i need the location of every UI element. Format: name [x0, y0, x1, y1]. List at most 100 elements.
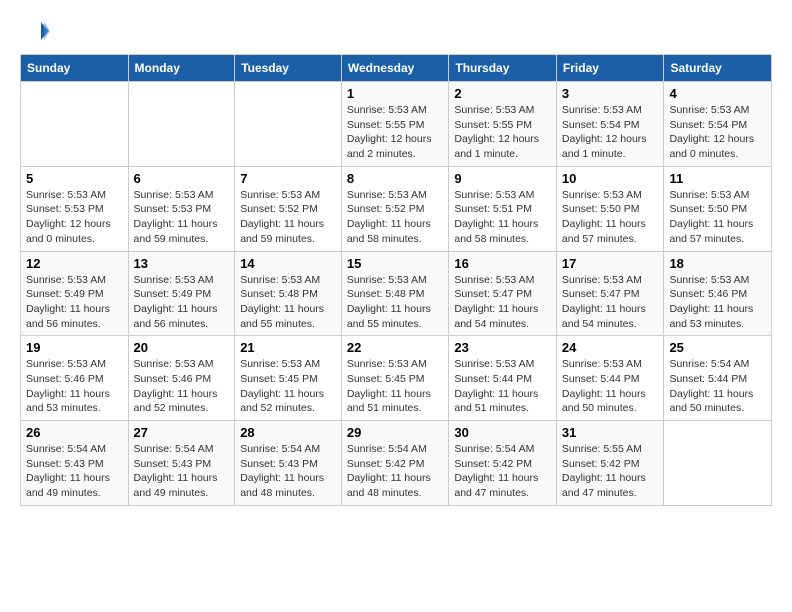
day-info: Sunrise: 5:53 AM Sunset: 5:50 PM Dayligh…	[669, 188, 766, 247]
calendar-cell: 30 Sunrise: 5:54 AM Sunset: 5:42 PM Dayli…	[449, 421, 557, 506]
calendar-table: SundayMondayTuesdayWednesdayThursdayFrid…	[20, 54, 772, 506]
calendar-cell: 1 Sunrise: 5:53 AM Sunset: 5:55 PM Daylig…	[341, 82, 449, 167]
day-info: Sunrise: 5:53 AM Sunset: 5:44 PM Dayligh…	[454, 357, 551, 416]
calendar-cell: 11 Sunrise: 5:53 AM Sunset: 5:50 PM Dayli…	[664, 166, 772, 251]
day-number: 23	[454, 340, 551, 355]
day-number: 28	[240, 425, 336, 440]
day-info: Sunrise: 5:54 AM Sunset: 5:44 PM Dayligh…	[669, 357, 766, 416]
day-info: Sunrise: 5:53 AM Sunset: 5:55 PM Dayligh…	[454, 103, 551, 162]
day-info: Sunrise: 5:53 AM Sunset: 5:55 PM Dayligh…	[347, 103, 444, 162]
day-number: 6	[134, 171, 230, 186]
calendar-cell: 22 Sunrise: 5:53 AM Sunset: 5:45 PM Dayli…	[341, 336, 449, 421]
calendar-cell: 15 Sunrise: 5:53 AM Sunset: 5:48 PM Dayli…	[341, 251, 449, 336]
day-info: Sunrise: 5:53 AM Sunset: 5:49 PM Dayligh…	[134, 273, 230, 332]
calendar-cell: 21Sunrise: 5:53 AM Sunset: 5:45 PM Dayli…	[235, 336, 342, 421]
day-number: 18	[669, 256, 766, 271]
calendar-cell: 2 Sunrise: 5:53 AM Sunset: 5:55 PM Daylig…	[449, 82, 557, 167]
day-number: 26	[26, 425, 123, 440]
day-number: 2	[454, 86, 551, 101]
header	[20, 16, 772, 46]
day-number: 24	[562, 340, 659, 355]
weekday-header: Saturday	[664, 55, 772, 82]
day-number: 16	[454, 256, 551, 271]
day-info: Sunrise: 5:53 AM Sunset: 5:49 PM Dayligh…	[26, 273, 123, 332]
day-number: 31	[562, 425, 659, 440]
calendar-cell: 3Sunrise: 5:53 AM Sunset: 5:54 PM Daylig…	[556, 82, 664, 167]
day-info: Sunrise: 5:53 AM Sunset: 5:52 PM Dayligh…	[240, 188, 336, 247]
day-info: Sunrise: 5:53 AM Sunset: 5:45 PM Dayligh…	[347, 357, 444, 416]
day-info: Sunrise: 5:53 AM Sunset: 5:51 PM Dayligh…	[454, 188, 551, 247]
day-info: Sunrise: 5:53 AM Sunset: 5:48 PM Dayligh…	[240, 273, 336, 332]
calendar-cell: 19Sunrise: 5:53 AM Sunset: 5:46 PM Dayli…	[21, 336, 129, 421]
day-info: Sunrise: 5:53 AM Sunset: 5:53 PM Dayligh…	[26, 188, 123, 247]
day-info: Sunrise: 5:53 AM Sunset: 5:44 PM Dayligh…	[562, 357, 659, 416]
day-number: 8	[347, 171, 444, 186]
calendar-cell: 4 Sunrise: 5:53 AM Sunset: 5:54 PM Daylig…	[664, 82, 772, 167]
day-number: 20	[134, 340, 230, 355]
day-number: 7	[240, 171, 336, 186]
weekday-header: Sunday	[21, 55, 129, 82]
logo	[20, 16, 54, 46]
day-number: 22	[347, 340, 444, 355]
calendar-cell	[128, 82, 235, 167]
day-number: 25	[669, 340, 766, 355]
day-number: 4	[669, 86, 766, 101]
weekday-header: Friday	[556, 55, 664, 82]
calendar-cell: 5Sunrise: 5:53 AM Sunset: 5:53 PM Daylig…	[21, 166, 129, 251]
day-info: Sunrise: 5:53 AM Sunset: 5:47 PM Dayligh…	[454, 273, 551, 332]
day-info: Sunrise: 5:53 AM Sunset: 5:52 PM Dayligh…	[347, 188, 444, 247]
day-number: 3	[562, 86, 659, 101]
day-info: Sunrise: 5:53 AM Sunset: 5:53 PM Dayligh…	[134, 188, 230, 247]
day-info: Sunrise: 5:54 AM Sunset: 5:42 PM Dayligh…	[454, 442, 551, 501]
weekday-header: Wednesday	[341, 55, 449, 82]
calendar-cell: 24 Sunrise: 5:53 AM Sunset: 5:44 PM Dayli…	[556, 336, 664, 421]
day-number: 9	[454, 171, 551, 186]
day-info: Sunrise: 5:53 AM Sunset: 5:54 PM Dayligh…	[669, 103, 766, 162]
calendar-cell: 28 Sunrise: 5:54 AM Sunset: 5:43 PM Dayli…	[235, 421, 342, 506]
day-number: 13	[134, 256, 230, 271]
calendar-week-row: 1 Sunrise: 5:53 AM Sunset: 5:55 PM Daylig…	[21, 82, 772, 167]
calendar-cell: 29 Sunrise: 5:54 AM Sunset: 5:42 PM Dayli…	[341, 421, 449, 506]
day-number: 29	[347, 425, 444, 440]
day-number: 30	[454, 425, 551, 440]
calendar-cell: 31Sunrise: 5:55 AM Sunset: 5:42 PM Dayli…	[556, 421, 664, 506]
day-info: Sunrise: 5:53 AM Sunset: 5:47 PM Dayligh…	[562, 273, 659, 332]
day-number: 11	[669, 171, 766, 186]
calendar-cell: 25 Sunrise: 5:54 AM Sunset: 5:44 PM Dayli…	[664, 336, 772, 421]
calendar-cell: 9 Sunrise: 5:53 AM Sunset: 5:51 PM Daylig…	[449, 166, 557, 251]
logo-icon	[20, 16, 50, 46]
day-info: Sunrise: 5:53 AM Sunset: 5:46 PM Dayligh…	[669, 273, 766, 332]
day-number: 19	[26, 340, 123, 355]
day-number: 15	[347, 256, 444, 271]
calendar-cell: 17 Sunrise: 5:53 AM Sunset: 5:47 PM Dayli…	[556, 251, 664, 336]
calendar-cell: 6 Sunrise: 5:53 AM Sunset: 5:53 PM Daylig…	[128, 166, 235, 251]
calendar-cell: 18 Sunrise: 5:53 AM Sunset: 5:46 PM Dayli…	[664, 251, 772, 336]
weekday-header: Tuesday	[235, 55, 342, 82]
calendar-week-row: 5Sunrise: 5:53 AM Sunset: 5:53 PM Daylig…	[21, 166, 772, 251]
calendar-cell: 14 Sunrise: 5:53 AM Sunset: 5:48 PM Dayli…	[235, 251, 342, 336]
calendar-cell: 20 Sunrise: 5:53 AM Sunset: 5:46 PM Dayli…	[128, 336, 235, 421]
day-info: Sunrise: 5:54 AM Sunset: 5:43 PM Dayligh…	[26, 442, 123, 501]
header-row: SundayMondayTuesdayWednesdayThursdayFrid…	[21, 55, 772, 82]
calendar-week-row: 12 Sunrise: 5:53 AM Sunset: 5:49 PM Dayli…	[21, 251, 772, 336]
calendar-cell	[664, 421, 772, 506]
calendar-cell: 12 Sunrise: 5:53 AM Sunset: 5:49 PM Dayli…	[21, 251, 129, 336]
day-info: Sunrise: 5:53 AM Sunset: 5:48 PM Dayligh…	[347, 273, 444, 332]
calendar-cell	[21, 82, 129, 167]
day-info: Sunrise: 5:54 AM Sunset: 5:42 PM Dayligh…	[347, 442, 444, 501]
calendar-container: SundayMondayTuesdayWednesdayThursdayFrid…	[0, 0, 792, 516]
day-info: Sunrise: 5:54 AM Sunset: 5:43 PM Dayligh…	[134, 442, 230, 501]
day-number: 12	[26, 256, 123, 271]
day-info: Sunrise: 5:53 AM Sunset: 5:46 PM Dayligh…	[134, 357, 230, 416]
day-number: 1	[347, 86, 444, 101]
day-number: 10	[562, 171, 659, 186]
day-number: 14	[240, 256, 336, 271]
calendar-cell: 7 Sunrise: 5:53 AM Sunset: 5:52 PM Daylig…	[235, 166, 342, 251]
calendar-cell: 8 Sunrise: 5:53 AM Sunset: 5:52 PM Daylig…	[341, 166, 449, 251]
day-number: 27	[134, 425, 230, 440]
day-info: Sunrise: 5:54 AM Sunset: 5:43 PM Dayligh…	[240, 442, 336, 501]
calendar-cell: 23 Sunrise: 5:53 AM Sunset: 5:44 PM Dayli…	[449, 336, 557, 421]
day-number: 17	[562, 256, 659, 271]
day-info: Sunrise: 5:53 AM Sunset: 5:45 PM Dayligh…	[240, 357, 336, 416]
day-info: Sunrise: 5:53 AM Sunset: 5:50 PM Dayligh…	[562, 188, 659, 247]
